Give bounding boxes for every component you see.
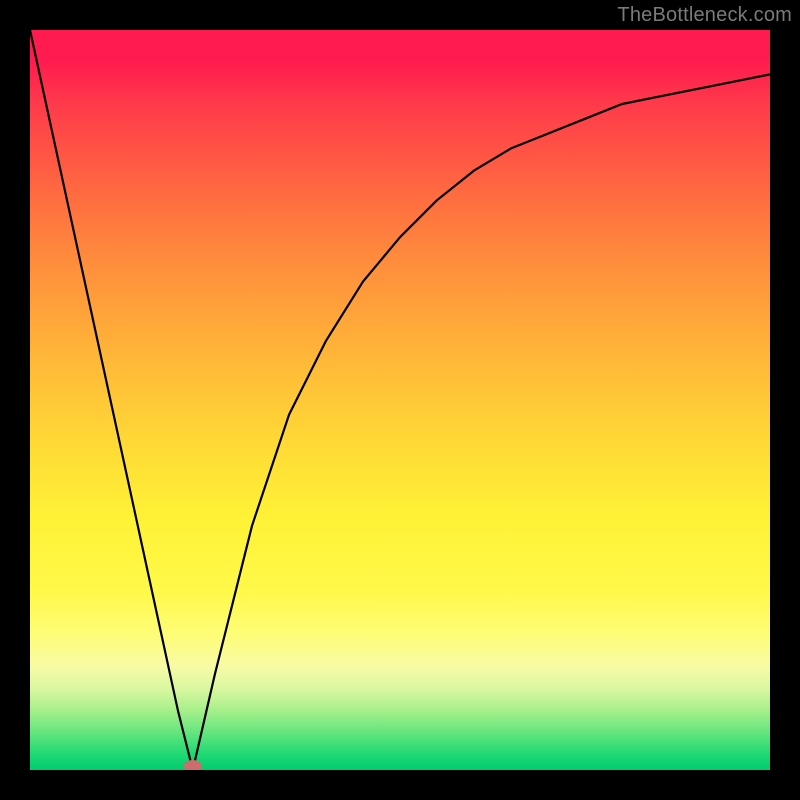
minimum-marker (184, 760, 202, 770)
bottleneck-curve (30, 30, 770, 770)
watermark-text: TheBottleneck.com (617, 4, 792, 27)
chart-svg (30, 30, 770, 770)
chart-frame: TheBottleneck.com (0, 0, 800, 800)
